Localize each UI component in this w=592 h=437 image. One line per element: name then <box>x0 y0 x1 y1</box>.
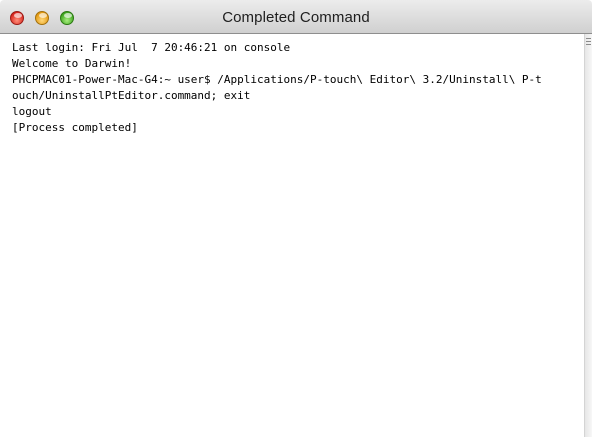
window-title: Completed Command <box>222 9 370 26</box>
split-pane-grip-icon[interactable] <box>585 36 592 48</box>
grip-line <box>586 38 591 39</box>
terminal-line: [Process completed] <box>12 121 138 134</box>
terminal-line: Last login: Fri Jul 7 20:46:21 on consol… <box>12 41 291 54</box>
terminal-line: PHCPMAC01-Power-Mac-G4:~ user$ /Applicat… <box>12 73 542 86</box>
grip-line <box>586 41 591 42</box>
vertical-scrollbar[interactable] <box>584 34 592 437</box>
terminal-line: ouch/UninstallPtEditor.command; exit <box>12 89 251 102</box>
title-bar[interactable]: Completed Command <box>0 0 592 34</box>
terminal-line: logout <box>12 105 52 118</box>
terminal-output[interactable]: Last login: Fri Jul 7 20:46:21 on consol… <box>0 34 584 437</box>
terminal-line: Welcome to Darwin! <box>12 57 132 70</box>
grip-line <box>586 44 591 45</box>
terminal-window: Completed Command Last login: Fri Jul 7 … <box>0 0 592 437</box>
